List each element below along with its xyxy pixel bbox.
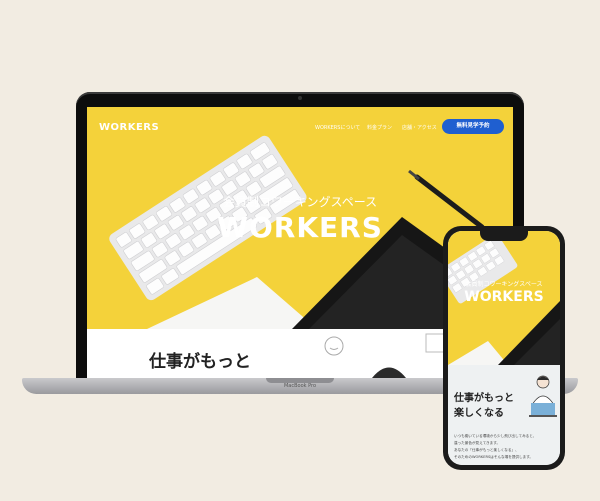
phone-body-text: いつも働いている環境から少し飛び出してみると、 違った景色が見えてきます。 あな… <box>454 433 554 461</box>
nav-link-pricing[interactable]: 料金プラン <box>367 124 392 131</box>
phone-hero-title: WORKERS <box>464 289 544 305</box>
nav-link-access[interactable]: 店舗・アクセス <box>402 124 437 131</box>
person-hair-icon <box>372 367 406 378</box>
free-tour-button[interactable]: 無料見学予約 <box>442 119 504 134</box>
phone-body-line: あなたの「仕事がもっと楽しくなる」、 <box>454 448 519 452</box>
person-sketch-icon <box>324 336 344 356</box>
phone-body-line: いつも働いている環境から少し飛び出してみると、 <box>454 434 537 438</box>
section-heading: 仕事がもっと <box>149 352 251 372</box>
hero-subtitle: 会員制コワーキングスペース <box>222 195 378 209</box>
phone-hero-subtitle: 会員制コワーキングスペース <box>465 281 543 288</box>
phone-section-heading: 仕事がもっと 楽しくなる <box>454 391 524 421</box>
phone-heading-line1: 仕事がもっと <box>454 393 514 404</box>
phone-intro-section: 仕事がもっと 楽しくなる いつも働いている環境から少し飛び出してみると、 違った… <box>448 365 560 465</box>
camera-icon <box>298 96 302 100</box>
phone-body-line: そのためのWORKERSはそんな場を提供します。 <box>454 455 534 459</box>
nav-link-about[interactable]: WORKERSについて <box>315 124 360 131</box>
phone-notch <box>480 231 528 241</box>
phone-heading-line2: 楽しくなる <box>454 408 504 419</box>
phone-body-line: 違った景色が見えてきます。 <box>454 441 501 445</box>
site-logo[interactable]: WORKERS <box>99 122 159 133</box>
laptop-brand-label: MacBook Pro <box>283 383 317 389</box>
phone-screen: 会員制コワーキングスペース WORKERS 仕事がもっと 楽しくなる いつも働い… <box>448 231 560 465</box>
person-at-laptop-icon <box>529 375 557 417</box>
phone-hero-section: 会員制コワーキングスペース WORKERS <box>448 231 560 365</box>
